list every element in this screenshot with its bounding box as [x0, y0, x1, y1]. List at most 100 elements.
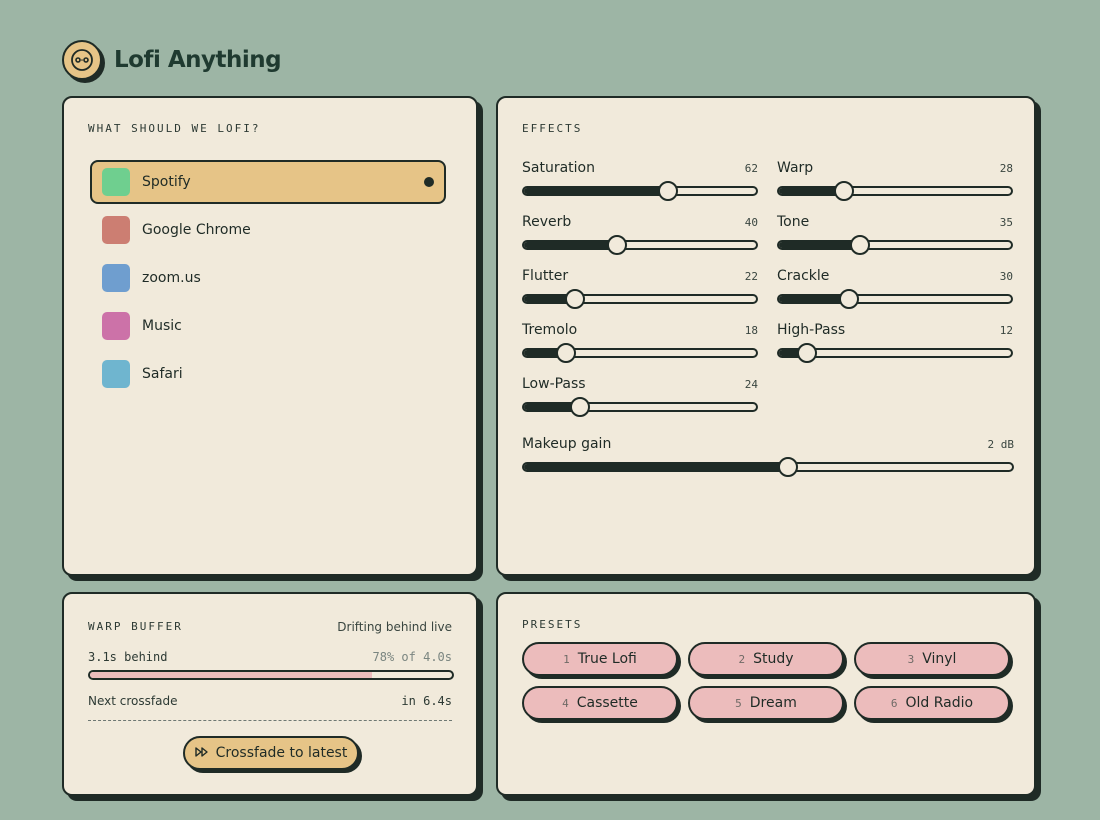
slider-label: Saturation	[522, 160, 595, 176]
spotify-app-icon	[102, 168, 130, 196]
preset-number: 5	[735, 696, 742, 710]
slider-track[interactable]	[522, 235, 758, 255]
slider-label: Reverb	[522, 214, 572, 230]
slider-value: 35	[999, 216, 1013, 229]
slider-value: 18	[744, 324, 758, 337]
slider-label: Tremolo	[522, 322, 578, 338]
preset-label: Vinyl	[922, 651, 957, 667]
slider-value: 30	[999, 270, 1013, 283]
slider-value: 40	[744, 216, 758, 229]
slider-thumb[interactable]	[850, 235, 871, 255]
slider-track[interactable]	[777, 235, 1013, 255]
slider-value: 62	[744, 162, 758, 175]
slider-thumb[interactable]	[565, 289, 586, 309]
slider-value: 28	[999, 162, 1013, 175]
crossfade-button-label: Crossfade to latest	[215, 745, 348, 761]
next-crossfade-value: in 6.4s	[401, 694, 452, 708]
source-item-zoom[interactable]: zoom.us	[90, 256, 446, 300]
slider-track[interactable]	[777, 343, 1013, 363]
safari-app-icon	[102, 360, 130, 388]
source-heading: WHAT SHOULD WE LOFI?	[88, 122, 261, 135]
preset-cassette[interactable]: 4 Cassette	[522, 686, 678, 720]
warp-progress-bar	[88, 670, 454, 680]
source-item-label: Spotify	[142, 174, 191, 190]
warp-progress-fill	[90, 672, 373, 678]
slider-label: Makeup gain	[522, 436, 612, 452]
slider-track[interactable]	[777, 181, 1013, 201]
preset-label: Cassette	[576, 695, 638, 711]
slider-thumb[interactable]	[838, 289, 859, 309]
slider-label: Crackle	[777, 268, 830, 284]
slider-value: 12	[999, 324, 1013, 337]
slider-value: 2 dB	[987, 438, 1015, 451]
source-item-label: Google Chrome	[142, 222, 251, 238]
slider-fill	[524, 464, 788, 470]
divider	[88, 720, 452, 721]
slider-thumb[interactable]	[777, 457, 798, 477]
music-app-icon	[102, 312, 130, 340]
slider-thumb[interactable]	[657, 181, 678, 201]
presets-panel: PRESETS 1 True Lofi 2 Study 3 Vinyl 4 Ca…	[496, 592, 1036, 796]
preset-true-lofi[interactable]: 1 True Lofi	[522, 642, 678, 676]
slider-track[interactable]	[777, 289, 1013, 309]
warp-percent: 78% of 4.0s	[372, 650, 452, 664]
slider-track[interactable]	[522, 397, 758, 417]
app-title: Lofi Anything	[114, 47, 282, 73]
slider-value: 24	[744, 378, 758, 391]
source-item-label: zoom.us	[142, 270, 201, 286]
preset-number: 1	[563, 652, 570, 666]
next-crossfade-label: Next crossfade	[88, 694, 178, 708]
cassette-reel-icon	[62, 40, 102, 80]
preset-old-radio[interactable]: 6 Old Radio	[854, 686, 1010, 720]
zoom-app-icon	[102, 264, 130, 292]
slider-label: Warp	[777, 160, 814, 176]
source-item-music[interactable]: Music	[90, 304, 446, 348]
presets-heading: PRESETS	[522, 618, 583, 631]
slider-label: Low-Pass	[522, 376, 586, 392]
chrome-app-icon	[102, 216, 130, 244]
slider-label: Flutter	[522, 268, 569, 284]
active-indicator-icon	[424, 177, 434, 187]
slider-thumb[interactable]	[796, 343, 817, 363]
slider-label: High-Pass	[777, 322, 846, 338]
slider-label: Tone	[777, 214, 810, 230]
preset-label: Dream	[749, 695, 797, 711]
preset-label: True Lofi	[577, 651, 637, 667]
slider-fill	[779, 242, 861, 248]
slider-thumb[interactable]	[555, 343, 576, 363]
preset-number: 6	[890, 696, 898, 710]
source-panel: WHAT SHOULD WE LOFI? Spotify Google Chro…	[62, 96, 478, 576]
slider-fill	[524, 188, 668, 194]
preset-dream[interactable]: 5 Dream	[688, 686, 844, 720]
source-item-safari[interactable]: Safari	[90, 352, 446, 396]
slider-track[interactable]	[522, 457, 1014, 477]
source-item-label: Music	[142, 318, 182, 334]
slider-fill	[524, 242, 617, 248]
source-item-spotify[interactable]: Spotify	[90, 160, 446, 204]
slider-thumb[interactable]	[606, 235, 627, 255]
slider-value: 22	[744, 270, 758, 283]
effects-heading: EFFECTS	[522, 122, 583, 135]
slider-track[interactable]	[522, 343, 758, 363]
warp-buffer-panel: WARP BUFFER Drifting behind live 3.1s be…	[62, 592, 478, 796]
effects-panel: EFFECTS Saturation 62 Warp 28 Reverb 40 Tone 35…	[496, 96, 1036, 576]
preset-label: Old Radio	[905, 695, 974, 711]
slider-thumb[interactable]	[569, 397, 590, 417]
warp-behind: 3.1s behind	[88, 650, 168, 664]
slider-thumb[interactable]	[833, 181, 854, 201]
source-item-label: Safari	[142, 366, 183, 382]
slider-track[interactable]	[522, 289, 758, 309]
warp-heading: WARP BUFFER	[88, 620, 183, 633]
preset-number: 4	[562, 696, 569, 710]
warp-status: Drifting behind live	[337, 620, 452, 634]
preset-vinyl[interactable]: 3 Vinyl	[854, 642, 1010, 676]
preset-number: 3	[907, 652, 915, 666]
source-item-google-chrome[interactable]: Google Chrome	[90, 208, 446, 252]
crossfade-to-latest-button[interactable]: Crossfade to latest	[183, 736, 359, 770]
slider-track[interactable]	[522, 181, 758, 201]
preset-label: Study	[753, 651, 794, 667]
preset-number: 2	[738, 652, 746, 666]
fast-forward-icon	[194, 745, 208, 761]
preset-study[interactable]: 2 Study	[688, 642, 844, 676]
app-header: Lofi Anything	[62, 40, 282, 80]
